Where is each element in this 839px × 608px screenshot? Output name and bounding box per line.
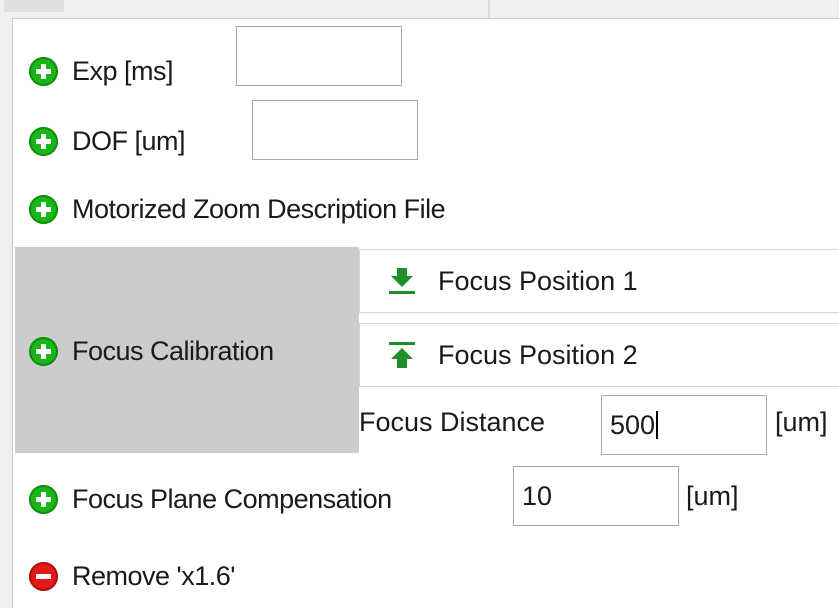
dof-input[interactable]	[252, 100, 418, 160]
zoom-settings-panel: Exp [ms] DOF [um] Motorized Zoom Descrip…	[12, 18, 839, 608]
focus-distance-unit: [um]	[775, 407, 828, 437]
focus-distance-input[interactable]: 500	[601, 395, 767, 455]
focus-position-2-label: Focus Position 2	[438, 339, 638, 370]
plus-circle-icon[interactable]	[29, 56, 58, 86]
text-caret	[656, 411, 659, 439]
download-arrow-icon	[388, 266, 416, 296]
focus-plane-unit: [um]	[686, 481, 739, 511]
remove-row[interactable]: Remove 'x1.6'	[29, 544, 235, 608]
focus-plane-label: Focus Plane Compensation	[72, 483, 392, 514]
focus-distance-label: Focus Distance	[359, 407, 546, 437]
focus-calibration-label: Focus Calibration	[72, 335, 274, 366]
exp-input[interactable]	[236, 26, 402, 86]
background-strip	[0, 0, 839, 18]
zoom-file-label: Motorized Zoom Description File	[72, 193, 446, 224]
background-divider	[488, 0, 490, 18]
focus-calibration-row: Focus Calibration	[29, 319, 274, 383]
upload-arrow-icon	[388, 340, 416, 370]
focus-position-1-label: Focus Position 1	[438, 265, 638, 296]
focus-plane-input[interactable]: 10	[513, 466, 679, 526]
focus-position-1-button[interactable]: Focus Position 1	[359, 249, 839, 313]
plus-circle-icon[interactable]	[29, 336, 58, 366]
plus-circle-icon[interactable]	[29, 194, 58, 224]
background-fragment	[4, 0, 64, 12]
zoom-file-row[interactable]: Motorized Zoom Description File	[29, 177, 446, 241]
dof-label: DOF [um]	[72, 125, 186, 156]
focus-plane-row: Focus Plane Compensation	[29, 467, 392, 531]
exp-label: Exp [ms]	[72, 55, 174, 86]
minus-circle-icon[interactable]	[29, 561, 58, 591]
dof-row: DOF [um]	[29, 109, 186, 173]
exp-row: Exp [ms]	[29, 39, 174, 103]
focus-position-2-button[interactable]: Focus Position 2	[359, 323, 839, 387]
plus-circle-icon[interactable]	[29, 484, 58, 514]
focus-distance-value: 500	[610, 409, 656, 440]
remove-label: Remove 'x1.6'	[72, 560, 235, 591]
plus-circle-icon[interactable]	[29, 126, 58, 156]
